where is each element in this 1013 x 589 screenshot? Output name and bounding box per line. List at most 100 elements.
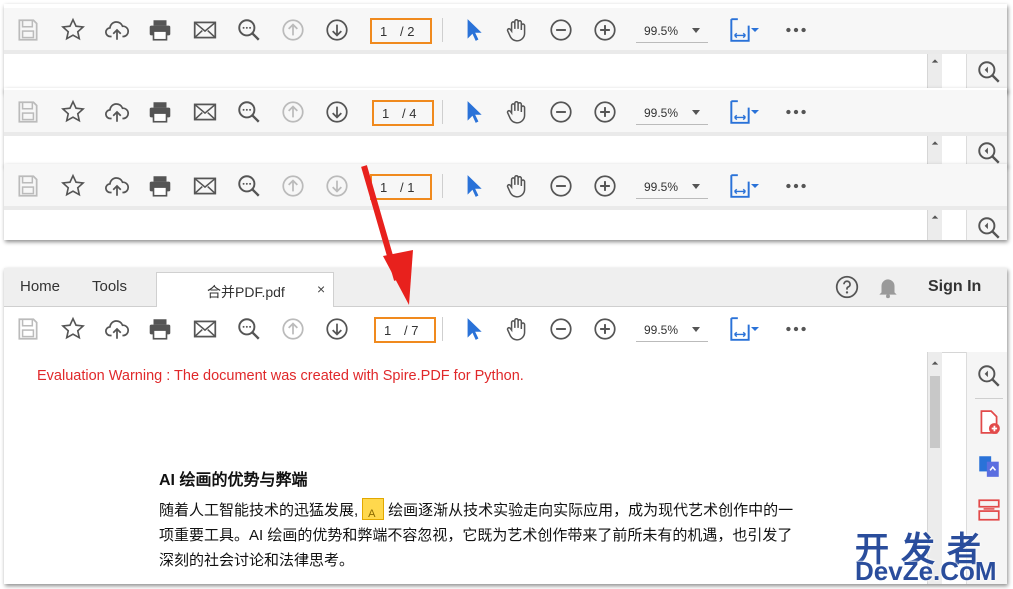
close-icon[interactable]: × (317, 281, 325, 297)
tab-home[interactable]: Home (20, 268, 60, 306)
create-pdf-icon[interactable] (975, 452, 1003, 480)
page-down-icon[interactable] (323, 16, 351, 44)
search-zoom-icon[interactable] (235, 315, 263, 343)
more-icon[interactable] (782, 172, 810, 200)
hand-pan-icon[interactable] (503, 98, 531, 126)
scroll-up-arrow[interactable] (928, 136, 942, 150)
scroll-up-arrow[interactable] (928, 54, 942, 68)
page-number-box[interactable]: 1 / 2 (370, 18, 432, 44)
save-icon[interactable] (14, 98, 42, 126)
print-icon[interactable] (146, 98, 174, 126)
bookmark-star-icon[interactable] (59, 315, 87, 343)
bookmark-star-icon[interactable] (59, 172, 87, 200)
page-number-box[interactable]: 1 / 1 (370, 174, 432, 200)
select-cursor-icon[interactable] (459, 98, 487, 126)
chevron-down-icon[interactable] (748, 315, 762, 343)
page-up-icon[interactable] (279, 98, 307, 126)
print-icon[interactable] (146, 315, 174, 343)
document-tab-label: 合并PDF.pdf (207, 284, 285, 300)
zoom-out-icon[interactable] (547, 315, 575, 343)
zoom-select[interactable]: 99.5% (636, 102, 708, 125)
chevron-down-icon[interactable] (748, 172, 762, 200)
tab-document[interactable]: 合并PDF.pdf × (156, 272, 334, 307)
chevron-down-icon[interactable] (748, 16, 762, 44)
print-icon[interactable] (146, 172, 174, 200)
bookmark-star-icon[interactable] (59, 16, 87, 44)
cloud-upload-icon[interactable] (103, 172, 131, 200)
page-current[interactable]: 1 (380, 180, 387, 195)
scroll-up-arrow[interactable] (928, 210, 942, 224)
page-number-box[interactable]: 1 / 7 (374, 317, 436, 343)
hand-pan-icon[interactable] (503, 315, 531, 343)
zoom-side-icon[interactable] (975, 362, 1003, 390)
scroll-up-arrow[interactable] (928, 356, 942, 370)
hand-pan-icon[interactable] (503, 16, 531, 44)
page-current[interactable]: 1 (382, 106, 389, 121)
toolbar-screenshot-2: 1 / 4 99.5% (4, 88, 1007, 166)
scrollbar[interactable] (927, 54, 942, 92)
scrollbar-thumb[interactable] (930, 376, 940, 448)
search-zoom-icon[interactable] (235, 98, 263, 126)
toolbar-divider (442, 100, 443, 124)
zoom-out-icon[interactable] (547, 98, 575, 126)
search-zoom-icon[interactable] (235, 16, 263, 44)
cloud-upload-icon[interactable] (103, 16, 131, 44)
sign-in-button[interactable]: Sign In (928, 268, 981, 306)
zoom-side-icon[interactable] (975, 58, 1003, 86)
save-icon[interactable] (14, 172, 42, 200)
zoom-side-icon[interactable] (975, 214, 1003, 240)
chevron-down-icon (692, 110, 700, 115)
email-icon[interactable] (191, 98, 219, 126)
zoom-select[interactable]: 99.5% (636, 176, 708, 199)
page-up-icon[interactable] (279, 16, 307, 44)
tab-tools[interactable]: Tools (92, 268, 127, 306)
toolbar-screenshot-1: 1 / 2 99.5% (4, 4, 1007, 92)
zoom-out-icon[interactable] (547, 172, 575, 200)
toolbar: 1 / 2 99.5% (4, 8, 1007, 50)
email-icon[interactable] (191, 315, 219, 343)
help-icon[interactable] (833, 273, 861, 301)
select-cursor-icon[interactable] (459, 172, 487, 200)
cloud-upload-icon[interactable] (103, 98, 131, 126)
chevron-down-icon[interactable] (748, 98, 762, 126)
zoom-select[interactable]: 99.5% (636, 20, 708, 43)
zoom-in-icon[interactable] (591, 98, 619, 126)
page-down-icon[interactable] (323, 172, 351, 200)
cloud-upload-icon[interactable] (103, 315, 131, 343)
search-zoom-icon[interactable] (235, 172, 263, 200)
page-down-icon[interactable] (323, 315, 351, 343)
bell-icon[interactable] (874, 273, 902, 301)
zoom-in-icon[interactable] (591, 172, 619, 200)
organize-pages-icon[interactable] (975, 496, 1003, 524)
email-icon[interactable] (191, 172, 219, 200)
zoom-side-icon[interactable] (975, 139, 1003, 166)
page-total: / 4 (402, 106, 417, 121)
more-icon[interactable] (782, 16, 810, 44)
page-up-icon[interactable] (279, 315, 307, 343)
email-icon[interactable] (191, 16, 219, 44)
save-icon[interactable] (14, 16, 42, 44)
page-down-icon[interactable] (323, 98, 351, 126)
zoom-in-icon[interactable] (591, 315, 619, 343)
more-icon[interactable] (782, 98, 810, 126)
page-up-icon[interactable] (279, 172, 307, 200)
bookmark-star-icon[interactable] (59, 98, 87, 126)
chevron-down-icon (692, 28, 700, 33)
print-icon[interactable] (146, 16, 174, 44)
page-current[interactable]: 1 (384, 323, 391, 338)
select-cursor-icon[interactable] (459, 16, 487, 44)
more-icon[interactable] (782, 315, 810, 343)
zoom-in-icon[interactable] (591, 16, 619, 44)
toolbar: 1 / 7 99.5% (4, 307, 1007, 353)
save-icon[interactable] (14, 315, 42, 343)
right-rail (966, 210, 1007, 240)
hand-pan-icon[interactable] (503, 172, 531, 200)
zoom-out-icon[interactable] (547, 16, 575, 44)
page-number-box[interactable]: 1 / 4 (372, 100, 434, 126)
zoom-select[interactable]: 99.5% (636, 319, 708, 342)
export-pdf-icon[interactable] (975, 408, 1003, 436)
scrollbar[interactable] (927, 210, 942, 240)
select-cursor-icon[interactable] (459, 315, 487, 343)
page-current[interactable]: 1 (380, 24, 387, 39)
scrollbar[interactable] (927, 136, 942, 166)
